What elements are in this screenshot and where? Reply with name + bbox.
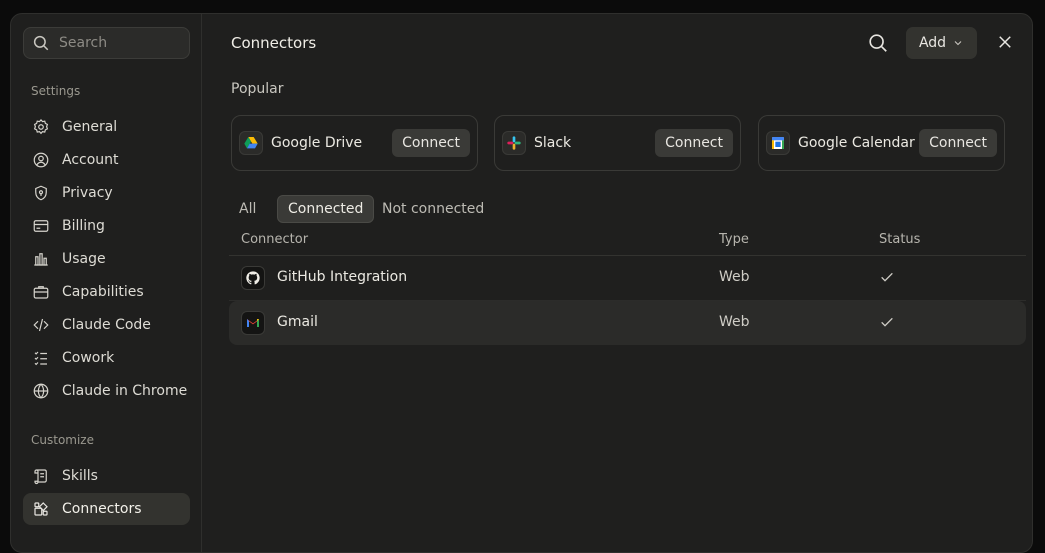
column-header-status: Status (879, 232, 921, 247)
gear-icon (33, 118, 49, 135)
settings-section-label: Settings (31, 84, 81, 98)
filter-tab-not-connected[interactable]: Not connected (372, 195, 494, 223)
sidebar-item-usage[interactable]: Usage (23, 243, 190, 275)
sidebar-item-skills[interactable]: Skills (23, 460, 190, 492)
sidebar-item-connectors[interactable]: Connectors (23, 493, 190, 525)
credit-card-icon (33, 220, 49, 232)
settings-window: Settings General Account Privacy Billing… (10, 13, 1033, 553)
add-button-label: Add (918, 35, 947, 51)
add-button[interactable]: Add (906, 27, 977, 59)
sidebar-item-cowork[interactable]: Cowork (23, 342, 190, 374)
check-icon (881, 317, 893, 327)
connect-slack-button[interactable]: Connect (655, 129, 733, 157)
check-icon (881, 272, 893, 282)
google-drive-icon (239, 131, 263, 155)
sidebar-item-label: Connectors (62, 501, 142, 517)
popular-label: Popular (231, 81, 284, 97)
sidebar-item-label: Privacy (62, 185, 113, 201)
sidebar: Settings General Account Privacy Billing… (11, 14, 202, 552)
connector-type: Web (719, 269, 750, 285)
sidebar-item-account[interactable]: Account (23, 144, 190, 176)
sidebar-search[interactable] (23, 27, 190, 59)
filter-tab-all[interactable]: All (237, 195, 258, 223)
popular-card-name: Google Drive (271, 135, 363, 151)
gmail-icon (241, 311, 265, 335)
sidebar-item-capabilities[interactable]: Capabilities (23, 276, 190, 308)
sidebar-item-label: General (62, 119, 118, 135)
sidebar-item-label: Capabilities (62, 284, 144, 300)
sidebar-item-privacy[interactable]: Privacy (23, 177, 190, 209)
filter-tab-connected[interactable]: Connected (277, 195, 375, 223)
github-icon (241, 266, 265, 290)
connect-google-drive-button[interactable]: Connect (392, 129, 470, 157)
slack-icon (502, 131, 526, 155)
sidebar-item-label: Cowork (62, 350, 115, 366)
connectors-icon (34, 502, 48, 516)
sidebar-item-billing[interactable]: Billing (23, 210, 190, 242)
sidebar-item-claude-in-chrome[interactable]: Claude in Chrome (23, 375, 190, 407)
briefcase-icon (33, 286, 49, 299)
sidebar-item-general[interactable]: General (23, 111, 190, 143)
connector-name: Gmail (277, 314, 318, 330)
connect-google-calendar-button[interactable]: Connect (919, 129, 997, 157)
sidebar-item-label: Claude Code (62, 317, 151, 333)
connector-type: Web (719, 314, 750, 330)
sidebar-item-label: Billing (62, 218, 105, 234)
sidebar-item-label: Claude in Chrome (62, 383, 188, 399)
table-row[interactable]: Gmail Web (229, 301, 1026, 345)
close-icon[interactable] (996, 33, 1014, 51)
popular-card-google-drive: Google Drive Connect (231, 115, 478, 171)
search-input[interactable] (59, 35, 179, 51)
checklist-icon (34, 351, 47, 366)
bar-chart-icon (34, 253, 48, 266)
column-header-connector: Connector (241, 232, 309, 247)
search-icon (33, 35, 49, 51)
sidebar-item-label: Usage (62, 251, 106, 267)
sidebar-item-label: Skills (62, 468, 98, 484)
customize-section-label: Customize (31, 433, 94, 447)
popular-card-name: Google Calendar (798, 135, 915, 151)
popular-card-google-calendar: Google Calendar Connect (758, 115, 1005, 171)
code-icon (33, 318, 49, 332)
column-header-type: Type (719, 232, 749, 247)
shield-icon (35, 185, 47, 201)
popular-card-slack: Slack Connect (494, 115, 741, 171)
user-circle-icon (33, 152, 49, 168)
popular-card-name: Slack (534, 135, 572, 151)
main-panel: Connectors Add Popular Google Drive Conn… (203, 14, 1032, 552)
globe-icon (33, 383, 49, 399)
connector-name: GitHub Integration (277, 269, 408, 285)
table-row[interactable]: GitHub Integration Web (229, 256, 1026, 300)
scroll-icon (34, 469, 47, 485)
chevron-down-icon (954, 41, 962, 46)
sidebar-item-claude-code[interactable]: Claude Code (23, 309, 190, 341)
page-title: Connectors (231, 34, 317, 52)
google-calendar-icon (766, 131, 790, 155)
sidebar-item-label: Account (62, 152, 119, 168)
search-icon[interactable] (867, 32, 889, 54)
